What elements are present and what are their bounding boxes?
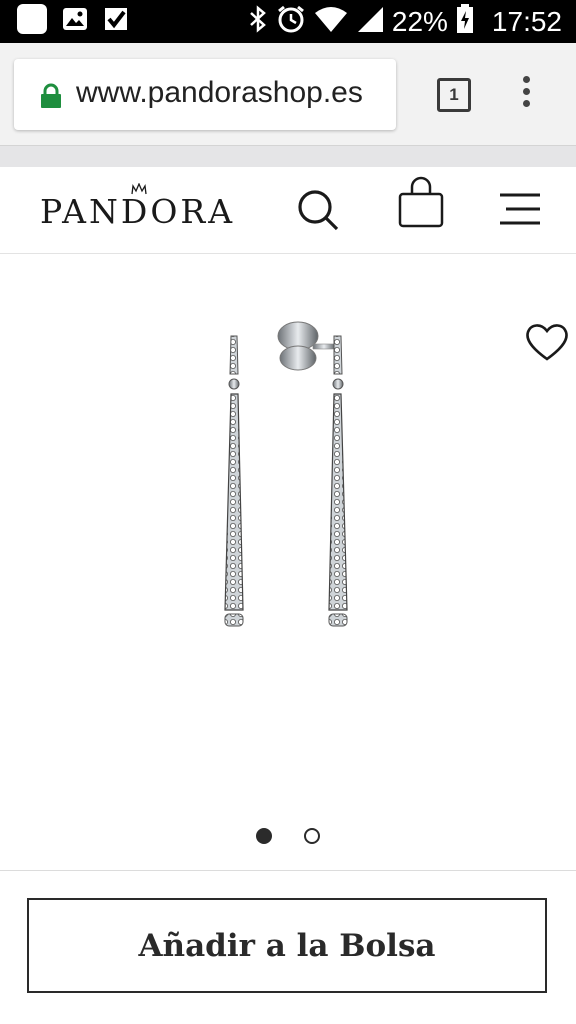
- task-notification-icon: [102, 5, 130, 38]
- browser-toolbar: www.pandorashop.es 1: [0, 43, 576, 145]
- wishlist-heart-icon[interactable]: [525, 322, 569, 367]
- alarm-icon: [276, 4, 306, 39]
- image-pager: [0, 828, 576, 849]
- bluetooth-icon: [248, 4, 268, 39]
- status-bar: 22% 17:52: [0, 0, 576, 43]
- site-header: PANDORA: [0, 167, 576, 254]
- pandora-logo[interactable]: PANDORA: [40, 192, 235, 231]
- browser-menu-button[interactable]: [518, 76, 534, 112]
- add-to-bag-button[interactable]: Añadir a la Bolsa: [27, 898, 547, 993]
- search-icon[interactable]: [296, 188, 340, 237]
- hamburger-menu-icon[interactable]: [498, 191, 542, 232]
- page-top-strip: [0, 145, 576, 168]
- clock: 17:52: [491, 5, 562, 37]
- pager-dot-1[interactable]: [255, 828, 272, 844]
- signal-icon: [356, 5, 384, 38]
- shopping-bag-icon[interactable]: [398, 173, 444, 234]
- tab-switcher-button[interactable]: 1: [437, 78, 471, 112]
- gallery-notification-icon: [62, 6, 88, 37]
- product-gallery[interactable]: [0, 254, 576, 870]
- product-image[interactable]: [205, 314, 365, 639]
- pager-dot-2[interactable]: [304, 828, 321, 844]
- app-notification-icon: [16, 3, 48, 40]
- battery-charging-icon: [456, 4, 474, 39]
- battery-percent: 22%: [391, 5, 448, 37]
- wifi-icon: [314, 5, 348, 38]
- divider: [0, 870, 576, 871]
- lock-icon: [40, 83, 62, 114]
- address-bar[interactable]: www.pandorashop.es: [14, 59, 396, 130]
- url-text: www.pandorashop.es: [76, 76, 363, 109]
